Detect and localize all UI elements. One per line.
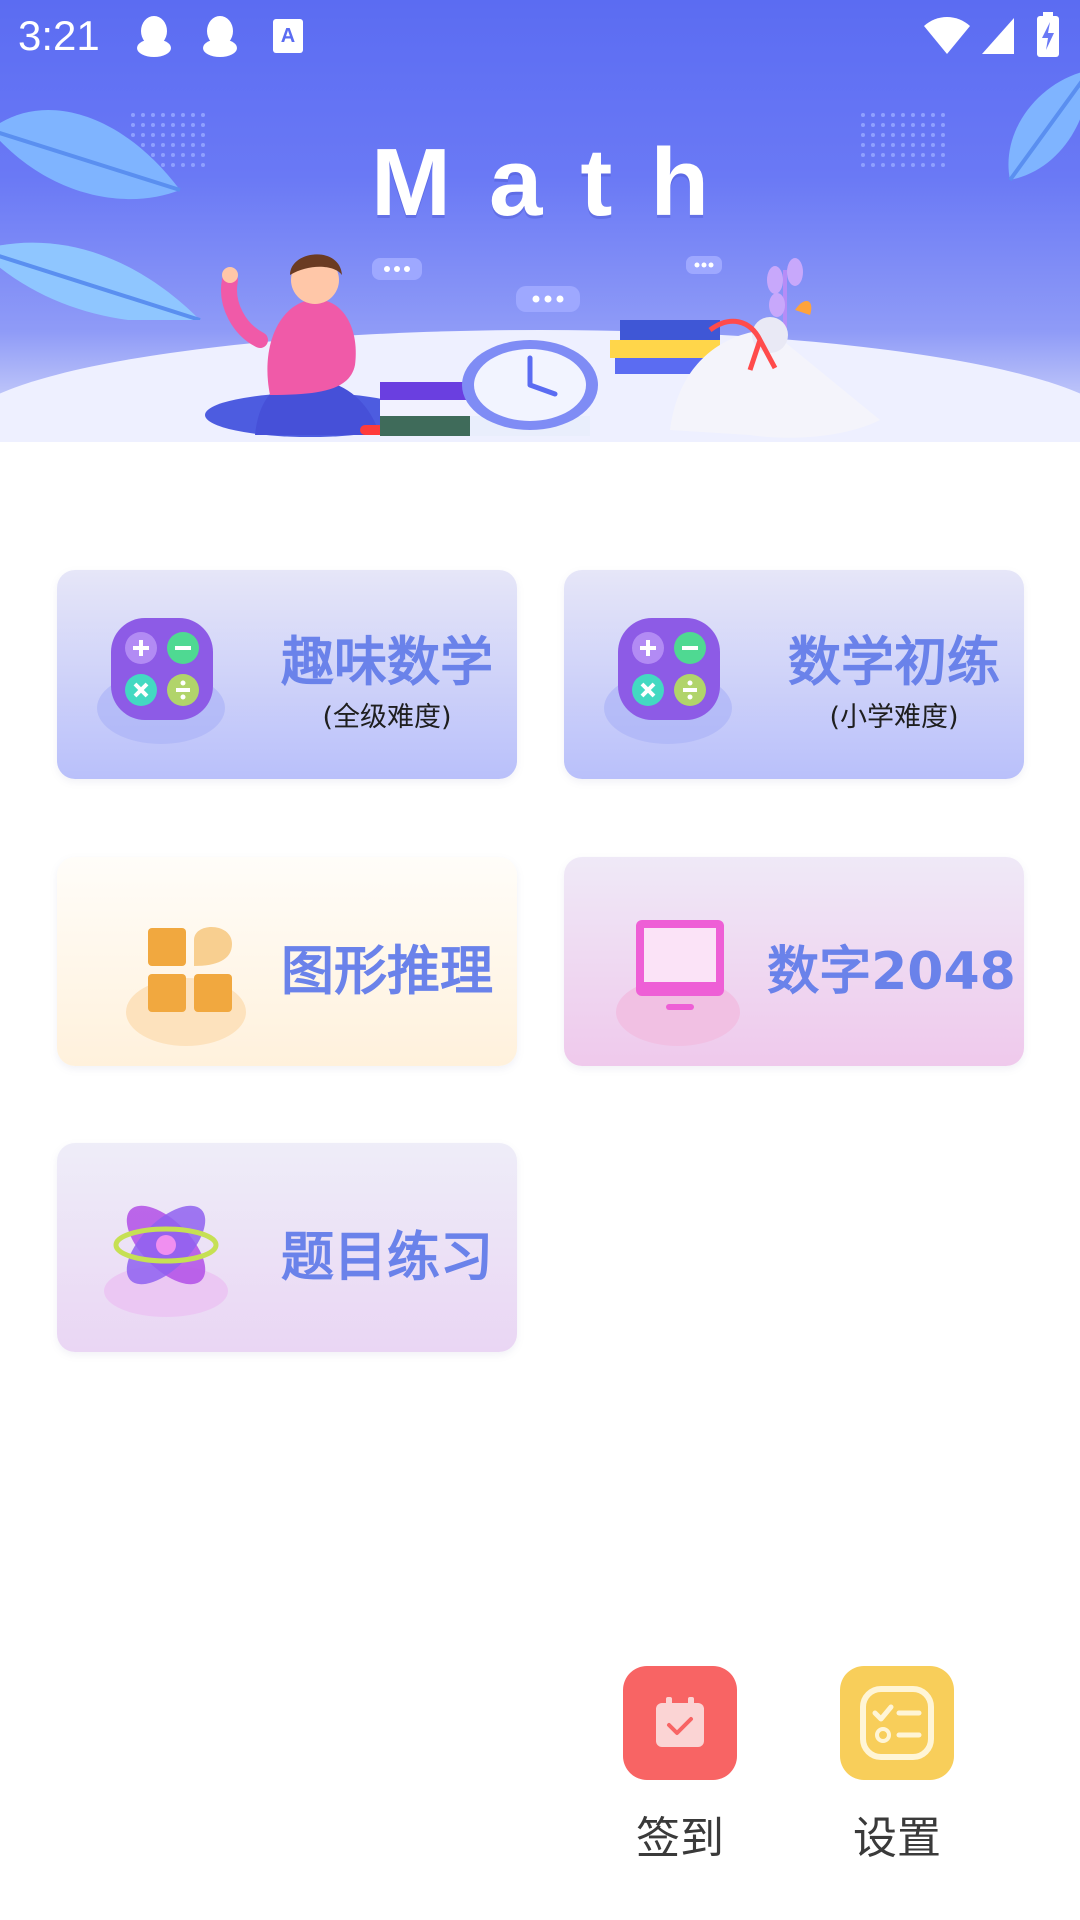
card-subtitle: (小学难度) [829, 702, 959, 733]
calculator-icon [97, 618, 225, 744]
qq-icon [137, 16, 171, 57]
atom-icon [104, 1205, 228, 1317]
qq-icon [203, 16, 237, 57]
scroll-illustration [610, 300, 880, 438]
settings-tile [840, 1666, 954, 1780]
speech-bubble-icon [516, 286, 580, 312]
check-in-button[interactable]: 签到 [610, 1666, 750, 1866]
settings-label: 设置 [853, 1813, 941, 1864]
check-in-label: 签到 [636, 1813, 724, 1864]
checklist-settings-icon [860, 1686, 934, 1760]
wifi-icon [924, 17, 970, 54]
beginner-math-card[interactable]: 数学初练 (小学难度) [564, 570, 1024, 779]
status-time: 3:21 [18, 12, 100, 59]
shape-reasoning-card[interactable]: 图形推理 [57, 857, 517, 1066]
card-title: 题目练习 [281, 1227, 493, 1288]
number-2048-card[interactable]: 数字2048 [564, 857, 1024, 1066]
header-banner: 3:21 A Math [0, 0, 1080, 442]
fun-math-card[interactable]: 趣味数学 (全级难度) [57, 570, 517, 779]
signal-icon [982, 18, 1014, 54]
card-title: 图形推理 [281, 941, 493, 1002]
check-in-tile [623, 1666, 737, 1780]
clock-illustration [462, 340, 598, 430]
card-title: 数学初练 [788, 632, 1000, 693]
settings-button[interactable]: 设置 [827, 1666, 967, 1866]
svg-text:A: A [281, 25, 295, 47]
text-a-icon: A [273, 19, 303, 53]
banner-title: Math [371, 129, 747, 236]
card-subtitle: (全级难度) [322, 702, 452, 733]
practice-questions-card[interactable]: 题目练习 [57, 1143, 517, 1352]
card-title: 数字2048 [767, 942, 1016, 1002]
status-bar: 3:21 A [0, 0, 1080, 72]
monitor-icon [616, 920, 740, 1046]
calculator-icon [604, 618, 732, 744]
calendar-check-icon [656, 1697, 704, 1747]
card-title: 趣味数学 [281, 632, 493, 693]
battery-charging-icon [1037, 12, 1059, 57]
speech-bubble-icon [686, 256, 722, 274]
shapes-grid-icon [126, 926, 246, 1046]
